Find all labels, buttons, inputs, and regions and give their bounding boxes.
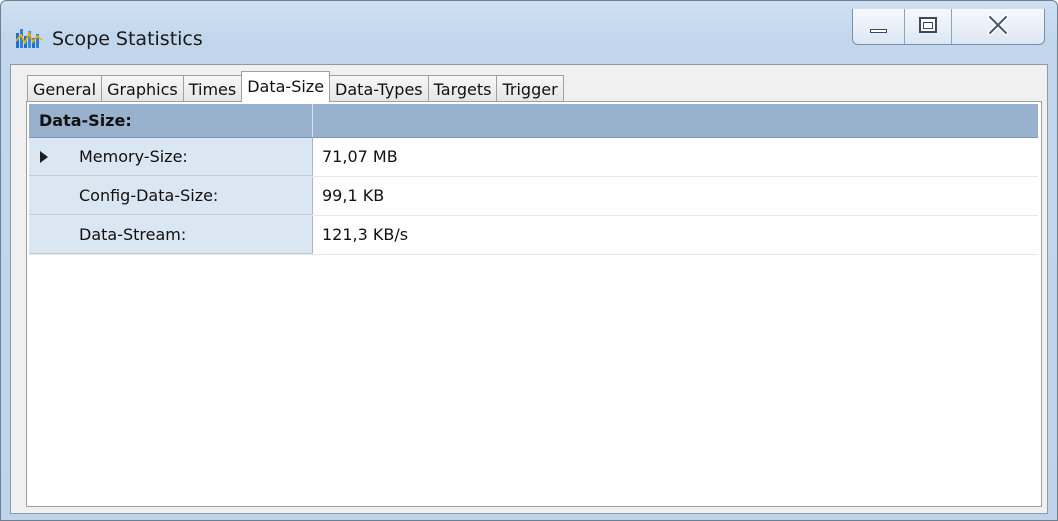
expand-arrow-icon[interactable] (40, 151, 48, 163)
category-label: Data-Size: (29, 104, 313, 137)
property-value[interactable]: 99,1 KB (313, 177, 1038, 215)
tab-panel-data-size: Data-Size: Memory-Size: 71,07 MB Config-… (26, 101, 1042, 507)
category-header[interactable]: Data-Size: (29, 104, 1038, 138)
property-name-cell: Memory-Size: (29, 138, 313, 176)
maximize-button[interactable] (905, 9, 953, 44)
property-name: Memory-Size: (79, 147, 188, 166)
maximize-icon (918, 17, 937, 33)
property-row-memory-size[interactable]: Memory-Size: 71,07 MB (29, 138, 1038, 177)
tab-strip: General Graphics Times Data-Size Data-Ty… (27, 71, 564, 102)
caption-buttons (852, 9, 1045, 45)
window-title: Scope Statistics (52, 28, 203, 50)
property-row-data-stream[interactable]: Data-Stream: 121,3 KB/s (29, 216, 1038, 255)
tab-data-size[interactable]: Data-Size (241, 71, 331, 102)
tab-times[interactable]: Times (183, 75, 243, 102)
client-area: General Graphics Times Data-Size Data-Ty… (10, 64, 1048, 514)
close-button[interactable] (952, 9, 1044, 44)
property-value[interactable]: 121,3 KB/s (313, 216, 1038, 254)
property-value[interactable]: 71,07 MB (313, 138, 1038, 176)
tab-trigger[interactable]: Trigger (497, 75, 564, 102)
tab-data-types[interactable]: Data-Types (330, 75, 429, 102)
tab-general[interactable]: General (27, 75, 103, 102)
property-grid: Data-Size: Memory-Size: 71,07 MB Config-… (29, 104, 1038, 255)
close-icon (987, 14, 1009, 36)
property-name: Config-Data-Size: (79, 186, 219, 205)
minimize-icon (870, 29, 887, 33)
property-name-cell: Config-Data-Size: (29, 177, 313, 215)
tab-targets[interactable]: Targets (428, 75, 498, 102)
property-name-cell: Data-Stream: (29, 216, 313, 254)
property-row-config-data-size[interactable]: Config-Data-Size: 99,1 KB (29, 177, 1038, 216)
category-value-cell (313, 104, 1038, 137)
tab-graphics[interactable]: Graphics (102, 75, 184, 102)
scope-bars-icon (15, 29, 43, 48)
title-bar[interactable]: Scope Statistics (1, 1, 1057, 63)
property-name: Data-Stream: (79, 225, 187, 244)
scope-statistics-window: Scope Statistics General Graphics Times … (0, 0, 1058, 521)
minimize-button[interactable] (853, 9, 905, 44)
